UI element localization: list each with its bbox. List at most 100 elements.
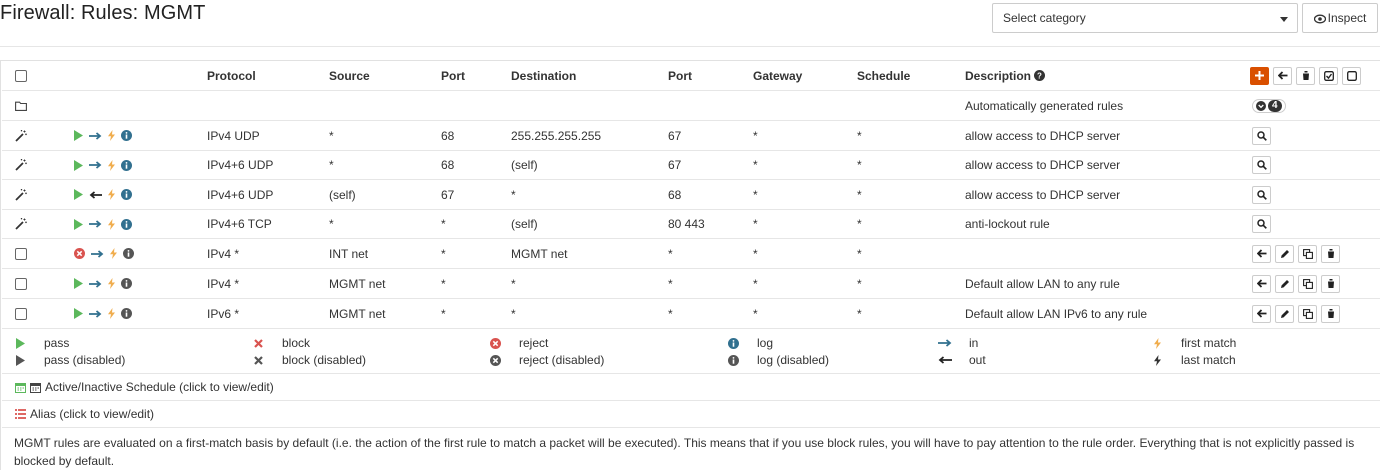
delete-selected-button[interactable] [1296, 66, 1315, 85]
rule-row[interactable]: IPv4 * MGMT net * * * * * Default allow LAN to … [2, 269, 1380, 299]
rule-checkbox[interactable] [15, 277, 27, 290]
rule-description: allow access to DHCP server [965, 158, 1121, 172]
rule-row[interactable]: IPv4 * INT net * MGMT net * * * [2, 239, 1380, 269]
add-rule-button[interactable] [1250, 66, 1269, 85]
first-match-icon [108, 189, 115, 200]
rule-destination: (self) [511, 217, 538, 231]
select-all-checkbox[interactable] [15, 69, 27, 82]
log-icon [121, 159, 132, 171]
clone-rule-button[interactable] [1298, 274, 1317, 293]
rule-checkbox[interactable] [15, 307, 27, 320]
page-header: Firewall: Rules: MGMT Select category In… [0, 0, 1380, 47]
rule-dport: 67 [668, 128, 682, 143]
delete-rule-button[interactable] [1321, 304, 1340, 323]
rule-source: * [329, 217, 334, 231]
rule-row[interactable]: IPv4+6 UDP * 68 (self) 67 * * allow access to D… [2, 151, 1380, 180]
trash-icon [1326, 279, 1335, 288]
rule-schedule: * [857, 158, 862, 172]
times-disabled-icon [253, 355, 263, 365]
rule-row[interactable]: IPv4 UDP * 68 255.255.255.255 67 * * allow acce… [2, 121, 1380, 151]
magic-wand-icon [15, 218, 27, 230]
lookup-rule-button[interactable] [1252, 126, 1271, 145]
enable-selected-button[interactable] [1319, 66, 1338, 85]
rule-gateway: * [753, 306, 758, 321]
inspect-button[interactable]: Inspect [1302, 3, 1378, 33]
log-disabled-icon [121, 308, 132, 319]
edit-rule-button[interactable] [1275, 244, 1294, 263]
rule-checkbox[interactable] [15, 247, 27, 260]
rule-dport: 68 [668, 187, 682, 202]
inspect-label: Inspect [1327, 11, 1367, 25]
rule-description: allow access to DHCP server [965, 128, 1121, 143]
auto-rules-toggle[interactable]: 4 [1252, 98, 1286, 113]
move-rule-button[interactable] [1252, 304, 1271, 323]
rule-destination: * [511, 276, 516, 291]
rule-protocol: IPv4+6 TCP [207, 217, 272, 231]
edit-rule-button[interactable] [1275, 304, 1294, 323]
folder-icon [15, 101, 27, 111]
lookup-rule-button[interactable] [1252, 215, 1271, 233]
rule-row[interactable]: IPv4+6 TCP * * (self) 80 443 * * anti-lockout r… [2, 210, 1380, 239]
search-icon [1256, 189, 1267, 200]
rule-schedule: * [857, 187, 862, 202]
trash-icon [1301, 71, 1310, 80]
rule-port: 67 [441, 187, 455, 202]
calendar-inactive-icon [30, 382, 41, 393]
pass-icon [74, 159, 83, 171]
rule-gateway: * [753, 187, 758, 202]
clone-rule-button[interactable] [1298, 304, 1317, 323]
edit-rule-button[interactable] [1275, 274, 1294, 293]
magic-wand-icon [15, 159, 27, 171]
rule-port: * [441, 306, 446, 321]
rule-protocol: IPv4 UDP [207, 128, 260, 143]
reject-icon [74, 248, 85, 259]
rule-port: * [441, 276, 446, 291]
rule-protocol: IPv6 * [207, 306, 240, 321]
col-dest-port: Port [668, 68, 692, 83]
info-circle-icon [727, 337, 739, 349]
move-rule-button[interactable] [1252, 244, 1271, 263]
alias-legend-label: Alias (click to view/edit) [30, 407, 155, 421]
category-select-label: Select category [1003, 11, 1086, 25]
help-icon[interactable]: ? [1034, 70, 1046, 81]
delete-rule-button[interactable] [1321, 244, 1340, 263]
legend-out: out [969, 353, 986, 367]
lookup-rule-button[interactable] [1252, 185, 1271, 204]
delete-rule-button[interactable] [1321, 274, 1340, 293]
auto-rules-group-row[interactable]: Automatically generated rules 4 [2, 91, 1380, 121]
svg-text:?: ? [1037, 72, 1042, 81]
arrow-left-icon [938, 356, 952, 364]
rule-schedule: * [857, 217, 862, 231]
move-selected-button[interactable] [1273, 66, 1292, 85]
search-icon [1256, 160, 1267, 170]
search-icon [1256, 130, 1267, 141]
clone-rule-button[interactable] [1298, 244, 1317, 263]
move-rule-button[interactable] [1252, 274, 1271, 293]
rule-source: (self) [329, 187, 356, 202]
legend-last-match: last match [1181, 353, 1236, 367]
lookup-rule-button[interactable] [1252, 156, 1271, 174]
times-circle-disabled-icon [489, 354, 501, 366]
bolt-dark-icon [1153, 354, 1161, 366]
col-port: Port [441, 68, 465, 83]
col-schedule: Schedule [857, 68, 911, 83]
rule-destination: * [511, 187, 516, 202]
rule-protocol: IPv4+6 UDP [207, 187, 274, 202]
rule-gateway: * [753, 246, 758, 261]
rule-row[interactable]: IPv4+6 UDP (self) 67 * 68 * * allow access to D… [2, 180, 1380, 210]
rule-gateway: * [753, 128, 758, 143]
disable-selected-button[interactable] [1342, 66, 1361, 85]
rule-source: MGMT net [329, 306, 386, 321]
info-circle-disabled-icon [727, 354, 739, 366]
direction-in-icon [89, 220, 102, 228]
rule-gateway: * [753, 158, 758, 172]
schedule-legend: Active/Inactive Schedule (click to view/… [2, 374, 1380, 401]
log-disabled-icon [121, 278, 132, 289]
rule-row[interactable]: IPv6 * MGMT net * * * * * Default allow LAN IPv… [2, 299, 1380, 329]
trash-icon [1326, 309, 1335, 318]
auto-rules-count: 4 [1268, 99, 1282, 112]
direction-in-icon [89, 309, 102, 318]
first-match-icon [110, 248, 117, 259]
category-select[interactable]: Select category [992, 3, 1298, 33]
first-match-icon [108, 159, 115, 171]
